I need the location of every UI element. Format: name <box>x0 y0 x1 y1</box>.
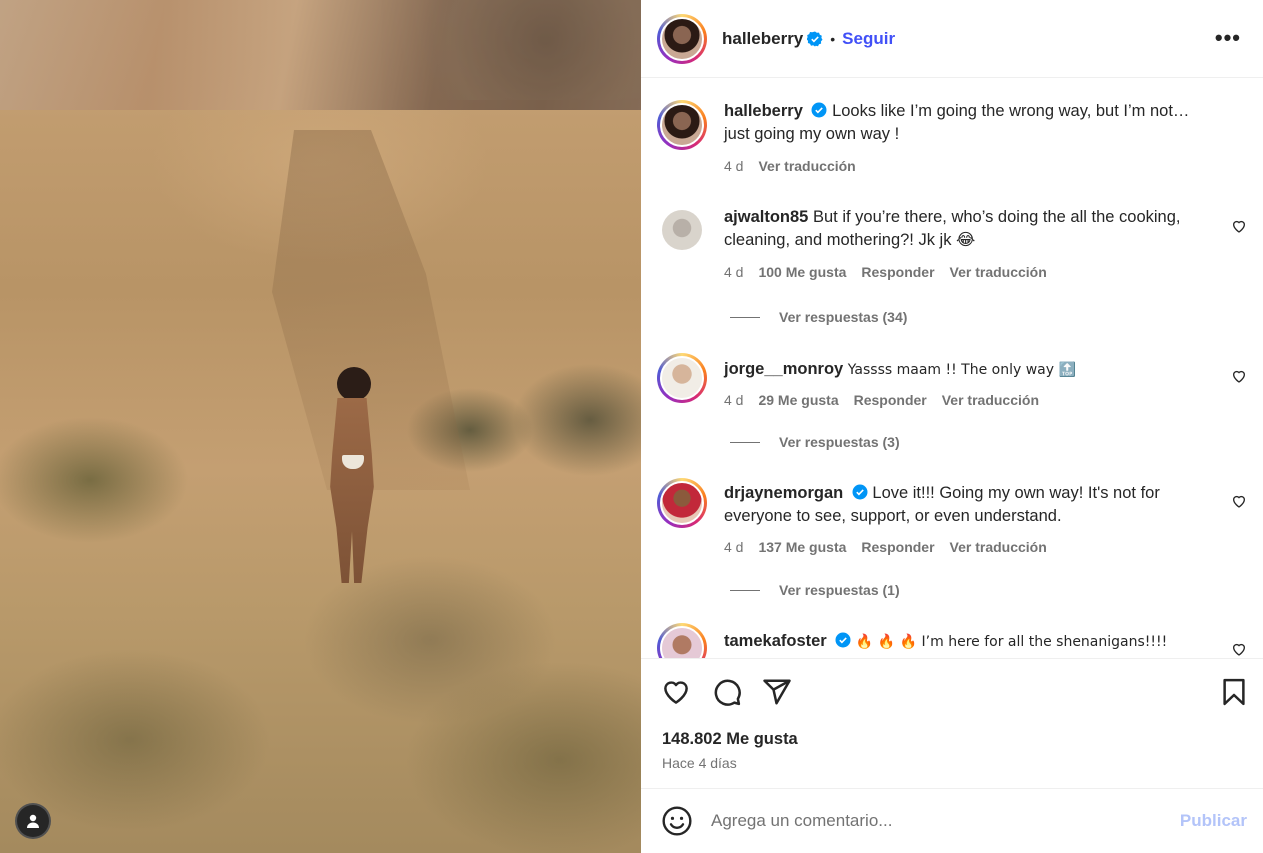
comment-avatar[interactable] <box>657 623 707 658</box>
comment-item: jorge__monroy Yassss maam !! The only wa… <box>657 353 1247 412</box>
rock-cliff <box>0 0 641 110</box>
header-separator: • <box>830 30 836 47</box>
like-comment-icon[interactable] <box>1231 368 1247 384</box>
comment-item: tamekafoster 🔥 🔥 🔥 I’m here for all the … <box>657 623 1247 658</box>
comment-bubble-icon[interactable] <box>712 677 742 707</box>
comment-item: drjaynemorgan Love it!!! Going my own wa… <box>657 478 1247 559</box>
verified-badge-icon <box>835 632 851 648</box>
comment-username[interactable]: drjaynemorgan <box>724 484 843 502</box>
comment-time: 4 d <box>724 392 744 408</box>
verified-badge-icon <box>807 31 823 46</box>
reply-button[interactable]: Responder <box>861 261 934 284</box>
translate-button[interactable]: Ver traducción <box>950 536 1047 559</box>
reply-button[interactable]: Responder <box>854 389 927 412</box>
comment-time: 4 d <box>724 539 744 555</box>
post-actions: 148.802 Me gusta Hace 4 días <box>641 658 1263 788</box>
view-replies-button[interactable]: Ver respuestas (1) <box>730 582 900 598</box>
post-side-panel: halleberry • Seguir ••• halleberry Looks… <box>641 0 1263 853</box>
view-replies-label: Ver respuestas (34) <box>779 309 908 325</box>
likes-count[interactable]: 148.802 Me gusta <box>662 730 798 749</box>
replies-line <box>730 589 760 591</box>
comment-input[interactable] <box>711 811 1151 831</box>
share-paper-plane-icon[interactable] <box>762 677 792 707</box>
comment-username[interactable]: jorge__monroy <box>724 360 843 378</box>
post-header: halleberry • Seguir ••• <box>641 0 1263 78</box>
replies-line <box>730 316 760 318</box>
caption-time: 4 d <box>724 158 744 174</box>
comment-avatar[interactable] <box>662 210 702 250</box>
comment-composer: Publicar <box>641 788 1263 853</box>
caption-translate-button[interactable]: Ver traducción <box>758 155 855 178</box>
comment-time: 4 d <box>724 264 744 280</box>
comments-list[interactable]: halleberry Looks like I’m going the wron… <box>641 78 1263 658</box>
more-options-button[interactable]: ••• <box>1215 27 1241 49</box>
tagged-user-button[interactable] <box>15 803 51 839</box>
emoji-smiley-icon[interactable] <box>661 805 693 837</box>
comment-avatar[interactable] <box>657 353 707 403</box>
person-hair <box>337 367 371 401</box>
person-icon <box>27 814 39 828</box>
comment-likes[interactable]: 100 Me gusta <box>758 261 846 284</box>
verified-badge-icon <box>852 484 868 500</box>
caption-username[interactable]: halleberry <box>724 102 803 120</box>
verified-badge-icon <box>811 102 827 118</box>
caption: halleberry Looks like I’m going the wron… <box>657 100 1247 178</box>
publish-button[interactable]: Publicar <box>1180 811 1247 831</box>
follow-button[interactable]: Seguir <box>842 29 895 49</box>
comment-likes[interactable]: 29 Me gusta <box>758 389 838 412</box>
comment-likes[interactable]: 137 Me gusta <box>758 536 846 559</box>
like-comment-icon[interactable] <box>1231 218 1247 234</box>
comment-username[interactable]: ajwalton85 <box>724 208 808 226</box>
reply-button[interactable]: Responder <box>861 536 934 559</box>
comment-avatar[interactable] <box>657 478 707 528</box>
post-date: Hace 4 días <box>662 755 737 771</box>
replies-line <box>730 441 760 443</box>
translate-button[interactable]: Ver traducción <box>950 261 1047 284</box>
author-avatar[interactable] <box>657 13 707 64</box>
view-replies-label: Ver respuestas (1) <box>779 582 900 598</box>
save-bookmark-icon[interactable] <box>1219 677 1249 707</box>
comment-text: Yassss maam !! The only way 🔝 <box>847 362 1076 378</box>
comment-text: 🔥 🔥 🔥 I’m here for all the shenanigans!!… <box>855 634 1168 650</box>
view-replies-button[interactable]: Ver respuestas (3) <box>730 434 900 450</box>
caption-avatar[interactable] <box>657 100 707 150</box>
translate-button[interactable]: Ver traducción <box>942 389 1039 412</box>
post-photo[interactable] <box>0 0 641 853</box>
like-comment-icon[interactable] <box>1231 641 1247 657</box>
comment-item: ajwalton85 But if you’re there, who’s do… <box>657 206 1247 284</box>
author-username[interactable]: halleberry <box>722 29 803 49</box>
like-comment-icon[interactable] <box>1231 493 1247 509</box>
view-replies-button[interactable]: Ver respuestas (34) <box>730 309 907 325</box>
view-replies-label: Ver respuestas (3) <box>779 434 900 450</box>
like-heart-icon[interactable] <box>661 677 691 707</box>
comment-username[interactable]: tamekafoster <box>724 632 827 650</box>
